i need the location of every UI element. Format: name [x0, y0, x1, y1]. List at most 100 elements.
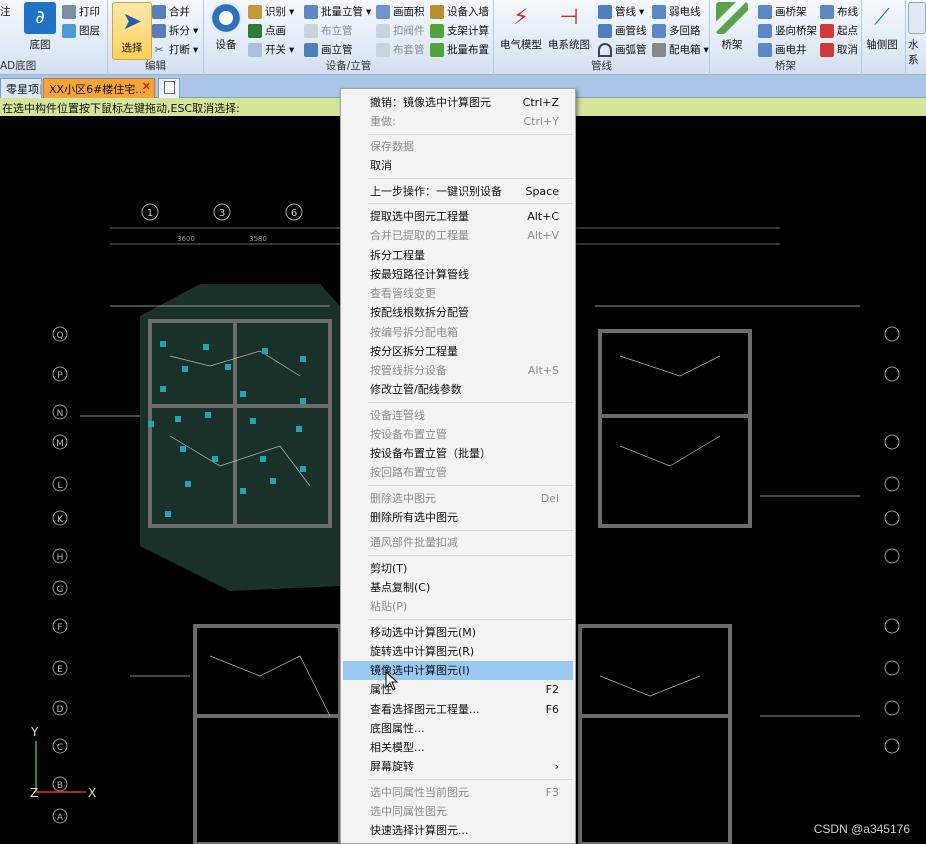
menu-item-mirror[interactable]: 镜像选中计算图元(I) [343, 661, 573, 680]
weak-current-button[interactable]: 弱电线 [652, 3, 701, 20]
ribbon-group-device: 设备 识别 ▾ 点画 开关 ▾ 批量立管 ▾ 布立管 画立管 画面积 扣阀件 布套管 … [204, 0, 494, 75]
merge-icon [152, 4, 166, 19]
menu-item-riser-by-device[interactable]: 按设备布置立管 [343, 425, 573, 444]
vertical-tray-button[interactable]: 竖向桥架 [758, 22, 817, 39]
identify-icon [248, 4, 262, 19]
menu-item-split-quantity[interactable]: 拆分工程量 [343, 246, 573, 265]
menu-item-delete-selected[interactable]: 删除选中图元 Del [343, 489, 573, 508]
axis-number: 6 [291, 208, 297, 219]
break-button[interactable]: ✂ 打断 ▾ [152, 41, 199, 58]
menu-item-undo[interactable]: 撤销：镜像选中计算图元 Ctrl+Z [343, 93, 573, 112]
bracket-calc-button[interactable]: 支架计算 [430, 22, 489, 39]
menu-item-paste[interactable]: 粘贴(P) [343, 597, 573, 616]
menu-item-related-model[interactable]: 相关模型... [343, 738, 573, 757]
menu-item-device-connect-pipe[interactable]: 设备连管线 [343, 406, 573, 425]
menu-separator [368, 402, 573, 403]
multi-loop-button[interactable]: 多回路 [652, 22, 701, 39]
print-button[interactable]: 打印 [62, 3, 100, 20]
tray-button[interactable]: 桥架 [716, 2, 748, 52]
switch-button[interactable]: 开关 ▾ [248, 41, 294, 58]
menu-item-split-box-by-number[interactable]: 按编号拆分配电箱 [343, 323, 573, 342]
valve-icon [376, 23, 390, 38]
water-button[interactable]: 水系 [908, 2, 926, 67]
menu-item-cut[interactable]: 剪切(T) [343, 559, 573, 578]
row-axis-label: N [57, 409, 64, 419]
menu-item-merge-extracted[interactable]: 合并已提取的工程量 Alt+V [343, 226, 573, 245]
place-riser-button[interactable]: 布立管 [304, 22, 353, 39]
menu-item-cancel[interactable]: 取消 [343, 156, 573, 175]
device-in-wall-icon [430, 4, 444, 19]
selection-highlight [140, 284, 340, 591]
draw-tray-icon [758, 4, 772, 19]
menu-item-screen-rotate[interactable]: 屏幕旋转 › [343, 757, 573, 776]
menu-item-select-same-current[interactable]: 选中同属性当前图元 F3 [343, 783, 573, 802]
ucs-icon: Y X Z [30, 725, 96, 800]
batch-riser-icon [304, 4, 318, 19]
menu-item-pipe-changes[interactable]: 查看管线变更 [343, 284, 573, 303]
menu-item-split-device-by-pipe[interactable]: 按管线拆分设备 Alt+S [343, 361, 573, 380]
row-axis-label: Q [56, 331, 63, 341]
layer-button[interactable]: 图层 [62, 22, 100, 39]
submenu-arrow-icon: › [554, 760, 559, 773]
ribbon-group-tray: 桥架 画桥架 竖向桥架 画电井 布线 起点 取消 桥架 [710, 0, 862, 75]
menu-separator [368, 178, 573, 179]
batch-riser-button[interactable]: 批量立管 ▾ [304, 3, 371, 20]
menu-item-properties[interactable]: 属性 F2 [343, 680, 573, 699]
menu-item-redo[interactable]: 重做: Ctrl+Y [343, 112, 573, 131]
sleeve-button[interactable]: 布套管 [376, 41, 425, 58]
axis-view-button[interactable]: ⟋ 轴侧图 [866, 2, 898, 52]
electric-model-button[interactable]: ⚡ 电气模型 [500, 2, 542, 52]
menu-item-base-copy[interactable]: 基点复制(C) [343, 578, 573, 597]
draw-pipe-button[interactable]: 画管线 [598, 22, 647, 39]
wiring-button[interactable]: 布线 [820, 3, 858, 20]
menu-item-last-action[interactable]: 上一步操作：一键识别设备 Space [343, 182, 573, 201]
split-button[interactable]: 拆分 ▾ [152, 22, 198, 39]
menu-item-save-data[interactable]: 保存数据 [343, 137, 573, 156]
batch-place-button[interactable]: 批量布置 [430, 41, 489, 58]
menu-item-move[interactable]: 移动选中计算图元(M) [343, 623, 573, 642]
new-tab-button[interactable] [158, 78, 180, 98]
menu-item-ventilation-deduct[interactable]: 通风部件批量扣减 [343, 533, 573, 552]
menu-item-basemap-properties[interactable]: 底图属性... [343, 719, 573, 738]
arc-pipe-button[interactable]: 画弧管 [598, 41, 647, 58]
identify-button[interactable]: 识别 ▾ [248, 3, 294, 20]
menu-item-select-same[interactable]: 选中同属性图元 [343, 802, 573, 821]
split-icon [152, 23, 166, 38]
close-icon[interactable]: ✕ [142, 80, 151, 93]
ucs-x-label: X [88, 786, 96, 800]
tab-misc-project[interactable]: 零星项目 [0, 78, 42, 98]
distribution-box-button[interactable]: 配电箱 ▾ [652, 41, 709, 58]
point-icon [248, 23, 262, 38]
start-point-button[interactable]: 起点 [820, 22, 858, 39]
row-axis-label: D [57, 705, 64, 715]
menu-item-quick-select[interactable]: 快速选择计算图元... [343, 821, 573, 840]
menu-item-delete-all-selected[interactable]: 删除所有选中图元 [343, 508, 573, 527]
point-draw-button[interactable]: 点画 [248, 22, 286, 39]
ribbon-group-basemap: 注 ∂ 底图 打印 图层 AD底图 [0, 0, 108, 75]
draw-area-button[interactable]: 画面积 [376, 3, 425, 20]
tray-cancel-button[interactable]: 取消 [820, 41, 858, 58]
electric-system-button[interactable]: ⊣ 电系统图 [548, 2, 590, 52]
cad-menu[interactable]: 注 [0, 3, 11, 20]
device-in-wall-button[interactable]: 设备入墙 [430, 3, 489, 20]
tab-building-6[interactable]: XX小区6#楼住宅... ✕ [43, 78, 155, 98]
draw-shaft-button[interactable]: 画电井 [758, 41, 807, 58]
valve-button[interactable]: 扣阀件 [376, 22, 425, 39]
menu-item-riser-by-loop[interactable]: 按回路布置立管 [343, 463, 573, 482]
menu-item-shortest-path[interactable]: 按最短路径计算管线 [343, 265, 573, 284]
merge-button[interactable]: 合并 [152, 3, 190, 20]
pipe-line-button[interactable]: 管线 ▾ [598, 3, 644, 20]
select-button[interactable]: ➤ 选择 [112, 2, 152, 60]
axis-number: 3 [219, 208, 225, 219]
draw-tray-button[interactable]: 画桥架 [758, 3, 807, 20]
draw-riser-button[interactable]: 画立管 [304, 41, 353, 58]
menu-item-riser-by-device-batch[interactable]: 按设备布置立管（批量） [343, 444, 573, 463]
menu-item-split-by-wire-count[interactable]: 按配线根数拆分配管 [343, 303, 573, 322]
device-button[interactable]: 设备 [210, 2, 242, 52]
menu-item-rotate[interactable]: 旋转选中计算图元(R) [343, 642, 573, 661]
menu-item-split-by-zone[interactable]: 按分区拆分工程量 [343, 342, 573, 361]
menu-item-extract-quantity[interactable]: 提取选中图元工程量 Alt+C [343, 207, 573, 226]
menu-item-view-quantity[interactable]: 查看选择图元工程量... F6 [343, 700, 573, 719]
base-map-button[interactable]: ∂ 底图 [24, 2, 56, 52]
menu-item-edit-riser-params[interactable]: 修改立管/配线参数 [343, 380, 573, 399]
